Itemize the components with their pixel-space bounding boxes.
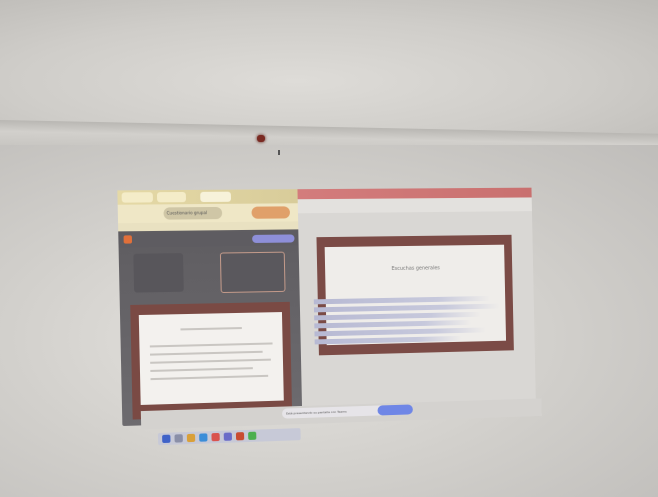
ceiling-sensor [257,135,265,142]
participant-thumbnail-active [220,252,286,293]
search-icon [174,434,182,442]
text-line [180,327,241,330]
shared-slide-page [139,312,284,405]
text-line [150,342,273,347]
app-icon [211,433,219,441]
edge-icon [199,433,207,441]
browser-window: Cuestionario grupal [117,189,302,426]
teams-header [118,231,298,247]
teams-button [252,234,295,243]
start-icon [162,435,170,443]
browser-tab [200,192,231,202]
address-row: Cuestionario grupal [118,203,298,223]
teams-icon [124,235,133,243]
browser-pill [251,206,290,218]
share-stop-button [377,404,412,415]
text-line [150,359,271,364]
text-line [150,351,263,356]
slide-title: Escuchas generales [325,264,505,273]
bullet-line [315,336,462,345]
photo-scene: Cuestionario grupal Escuchas generales E… [0,0,658,497]
text-line [150,367,253,372]
shared-slide-preview [130,302,292,420]
teams-app-icon [224,432,232,440]
bullet-line [314,312,481,321]
powerpoint-window: Escuchas generales [297,188,536,420]
browser-tab [157,192,186,202]
taskbar [158,428,301,445]
ceiling-wire [278,150,280,155]
browser-tab-bar [117,189,297,205]
powerpoint-icon [236,432,244,440]
participant-thumbnail [133,253,184,293]
address-bar: Cuestionario grupal [163,207,222,220]
slide-bullets [314,296,510,348]
ceiling [0,0,658,135]
projected-screen: Cuestionario grupal Escuchas generales E… [111,182,542,451]
browser-tab [122,192,153,202]
bullet-line [314,320,471,328]
powerpoint-ribbon [298,197,532,213]
text-line [151,375,269,380]
bookmarks-bar [118,221,298,231]
app-icon [248,432,256,440]
folder-icon [187,434,195,442]
